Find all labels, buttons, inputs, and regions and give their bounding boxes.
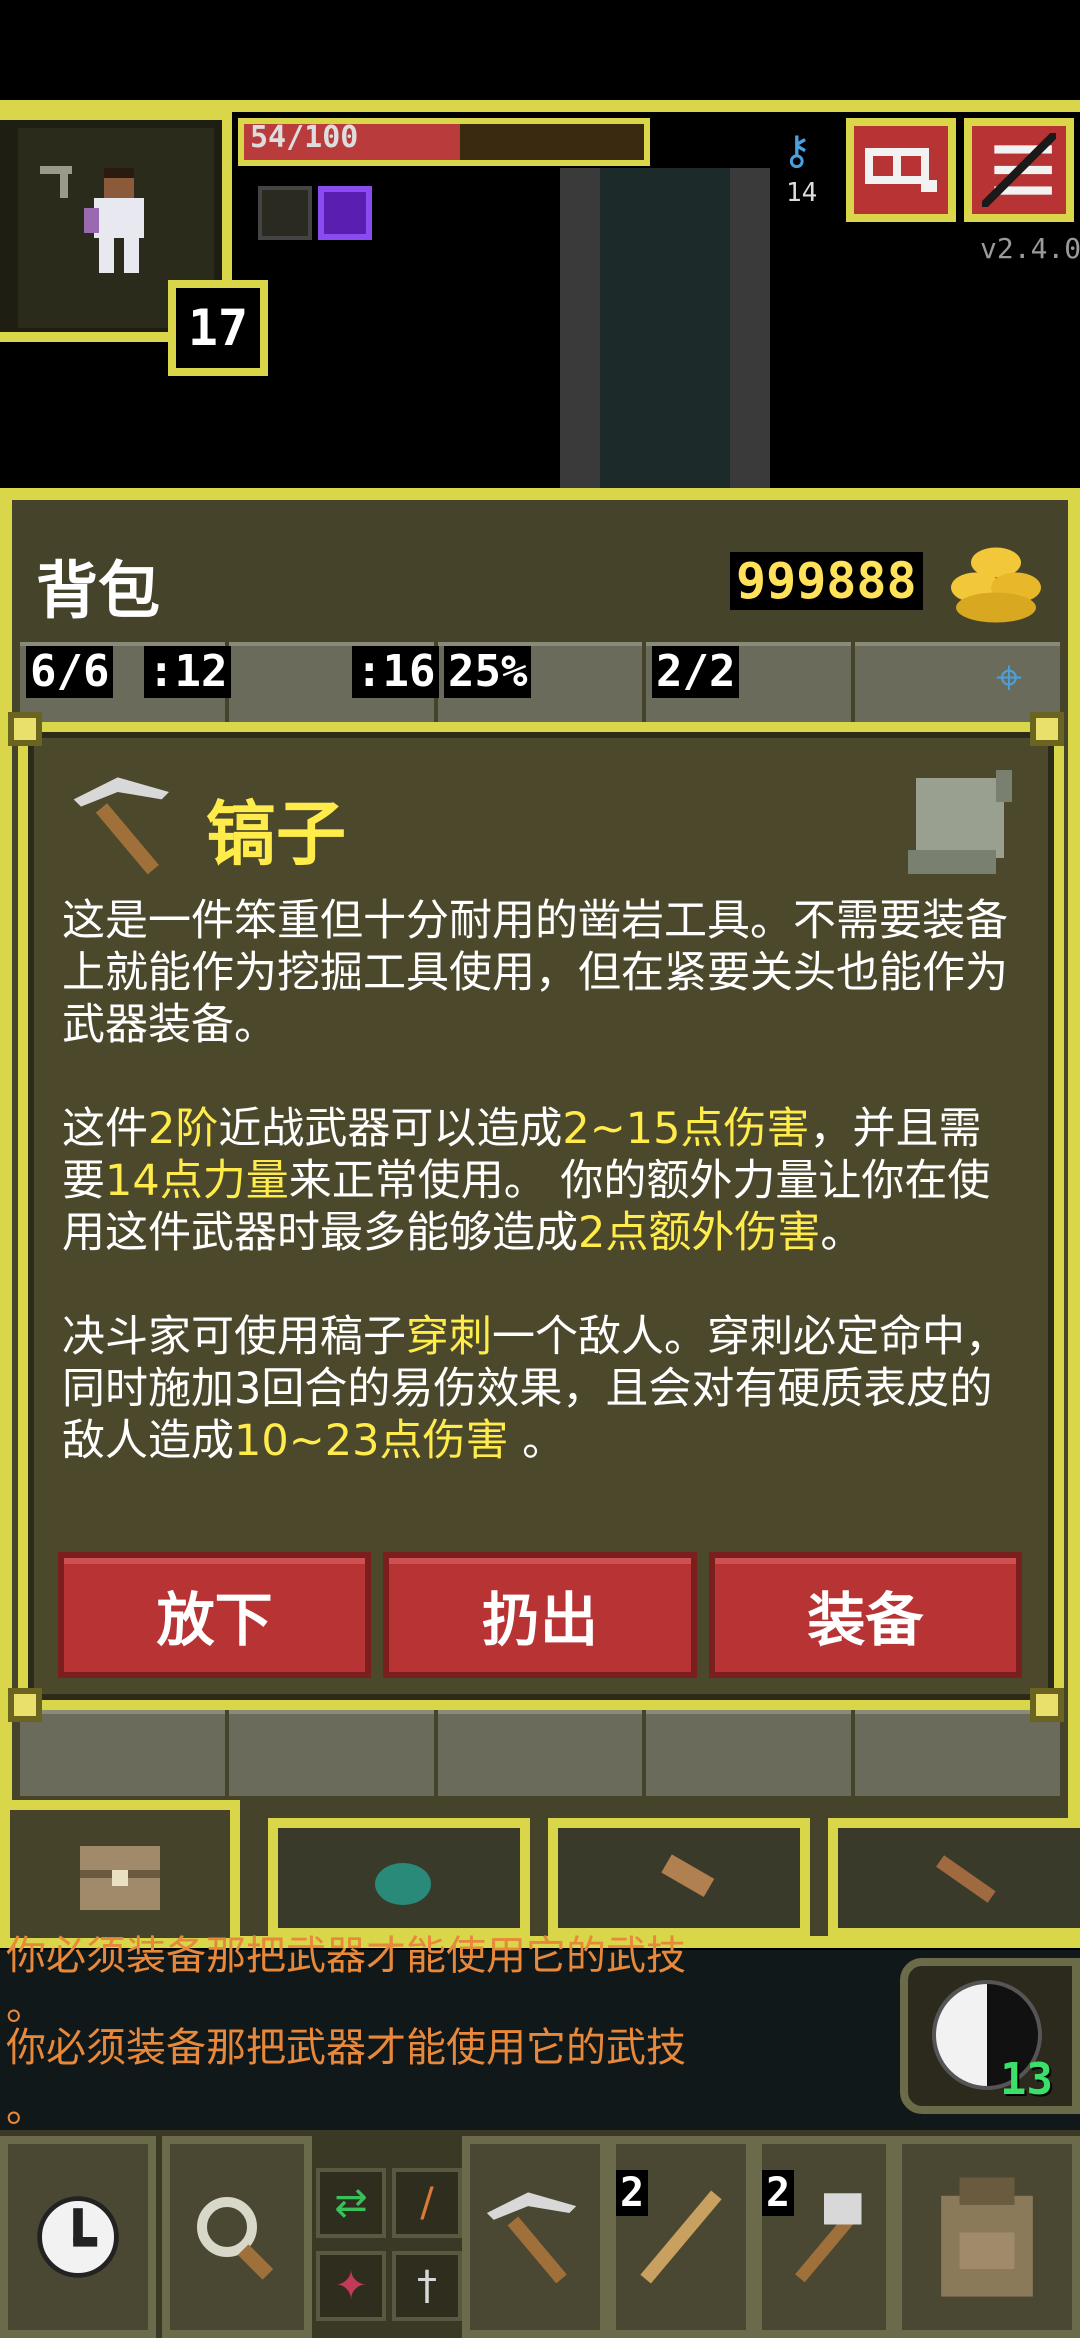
menu-icon [982, 133, 1056, 207]
wait-button[interactable] [0, 2136, 156, 2338]
quickslot-spear[interactable] [608, 2136, 754, 2338]
swap-icon[interactable]: ⇄ [316, 2168, 386, 2238]
dialog-button-row: 放下 扔出 装备 [58, 1552, 1022, 1678]
pickaxe-icon [486, 2192, 577, 2284]
clock-icon [37, 2196, 119, 2278]
dagger-icon[interactable]: † [392, 2251, 462, 2321]
dungeon-wall [560, 168, 770, 498]
backpack-title: 背包 [36, 554, 161, 627]
desc-text: 近战武器可以造成 [218, 1104, 563, 1154]
description-paragraph: 决斗家可使用稿子穿刺一个敌人。穿刺必定命中，同时施加3回合的易伤效果，且会对有硬… [62, 1311, 1022, 1467]
slot-label: 2/2 [652, 646, 740, 698]
desc-text: 。 [820, 1208, 864, 1258]
key-count: 14 [786, 178, 818, 208]
inventory-slot[interactable] [646, 1710, 852, 1796]
level-badge: 17 [168, 280, 268, 376]
desc-highlight: 2~15点伤害 [562, 1104, 810, 1154]
desc-highlight: 2阶 [148, 1104, 219, 1154]
quickslot-pickaxe[interactable] [462, 2136, 608, 2338]
scroll-holder-icon [661, 1854, 715, 1898]
throw-button[interactable]: 扔出 [383, 1552, 697, 1678]
crosshair-icon: ⌖ [996, 650, 1022, 704]
pickaxe-icon [73, 777, 169, 875]
bag-tab-main[interactable] [0, 1800, 240, 1948]
desc-text: 。 [508, 1416, 566, 1466]
search-icon [197, 2197, 274, 2280]
equip-button[interactable]: 装备 [708, 1552, 1022, 1678]
item-name: 镐子 [206, 793, 346, 875]
dialog-corner [1030, 712, 1064, 746]
desc-highlight: 10~23点伤害 [234, 1416, 509, 1466]
backpack-icon [941, 2177, 1033, 2297]
wand-icon[interactable]: / [392, 2168, 462, 2238]
log-line: 。 [6, 2085, 46, 2131]
dialog-corner [8, 712, 42, 746]
slot-label: 6/6 [26, 646, 114, 698]
inventory-slot[interactable] [855, 1710, 1060, 1796]
search-button[interactable] [162, 2136, 312, 2338]
desc-highlight: 2点额外伤害 [578, 1208, 821, 1258]
dialog-corner [1030, 1688, 1064, 1722]
inventory-slot[interactable] [228, 1710, 434, 1796]
desc-highlight: 14点力量 [105, 1156, 289, 1206]
journal-button[interactable] [846, 118, 956, 222]
inventory-row-bottom [20, 1710, 1060, 1796]
bag-tab-scrolls[interactable] [548, 1818, 810, 1938]
pouch-icon [375, 1863, 431, 1905]
desc-text: 这件 [62, 1104, 148, 1154]
buff-yinyang-icon[interactable] [258, 186, 312, 240]
inventory-slot[interactable] [855, 642, 1060, 722]
item-description: 这是一件笨重但十分耐用的凿岩工具。不需要装备上就能作为挖掘工具使用，但在紧要关头… [62, 895, 1022, 1519]
log-line: 你必须装备那把武器才能使用它的武技 [6, 2025, 686, 2071]
dialog-corner [8, 1688, 42, 1722]
key-icon: ⚷ [782, 128, 812, 174]
desc-highlight: 穿刺 [406, 1312, 492, 1362]
description-paragraph: 这是一件笨重但十分耐用的凿岩工具。不需要装备上就能作为挖掘工具使用，但在紧要关头… [62, 896, 1008, 1050]
hp-text: 54/100 [250, 120, 359, 155]
gold-amount: 999888 [730, 552, 923, 610]
menu-button[interactable] [964, 118, 1074, 222]
bag-tab-seeds[interactable] [268, 1818, 530, 1938]
weapon-indicator-icon [40, 166, 72, 198]
quickslot-hammer[interactable] [754, 2136, 894, 2338]
description-paragraph: 这件2阶近战武器可以造成2~15点伤害，并且需要14点力量来正常使用。 你的额外… [62, 1103, 1022, 1259]
buff-purple-icon[interactable] [318, 186, 372, 240]
slot-label: :12 [144, 646, 232, 698]
quickslot-quantity: 2 [616, 2170, 649, 2216]
log-line: 你必须装备那把武器才能使用它的武技 [6, 1933, 686, 1979]
quickslot-grid: ⇄ / ✦ † [316, 2168, 462, 2328]
scroll-icon[interactable] [900, 770, 1012, 874]
bag-tab-wands[interactable] [828, 1818, 1080, 1938]
chest-icon [80, 1846, 160, 1910]
quickslot-quantity: 2 [762, 2170, 795, 2216]
gold-pile-icon [951, 547, 1041, 623]
drop-button[interactable]: 放下 [58, 1552, 372, 1678]
slot-label: 25% [444, 646, 532, 698]
version-label: v2.4.0 [980, 232, 1080, 265]
hero-sprite-icon [84, 168, 144, 273]
journal-icon [865, 148, 937, 192]
inventory-slot[interactable] [20, 1710, 225, 1796]
inventory-slot[interactable] [437, 1710, 643, 1796]
inventory-button[interactable] [894, 2136, 1080, 2338]
ability-charge-count: 13 [1000, 2054, 1053, 2105]
wand-holster-icon [936, 1855, 996, 1903]
desc-text: 决斗家可使用稿子 [62, 1312, 406, 1362]
slot-label: :16 [352, 646, 440, 698]
potion-wand-icon[interactable]: ✦ [316, 2251, 386, 2321]
